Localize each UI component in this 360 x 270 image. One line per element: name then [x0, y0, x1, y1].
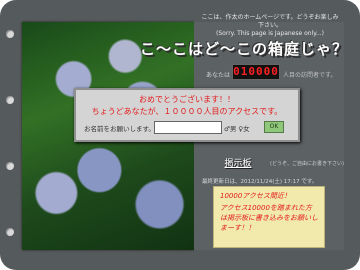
congrats-dialog: おめでとうございます！！ ちょうどあなたが、１００００人目のアクセスです。 お名…: [74, 88, 300, 142]
site-title: こ〜こはど〜この箱庭じゃ？: [140, 40, 349, 58]
binder-hole: [6, 96, 14, 104]
counter-label: あなたは: [206, 72, 231, 79]
name-input[interactable]: [154, 121, 222, 134]
name-label: お名前をお願いします。: [84, 125, 155, 133]
binder-hole: [6, 30, 14, 38]
binder-hole: [6, 162, 14, 170]
notice-body: アクセス10000を踏まれた方は掲示板に書き込みをお願いしまーす！！: [220, 204, 318, 232]
counter-suffix: 人目の訪問者です。: [283, 72, 337, 79]
dialog-message: ちょうどあなたが、１００００人目のアクセスです。: [91, 107, 283, 116]
gender-selector[interactable]: ♂男 ♀女: [224, 123, 250, 133]
visitor-counter: 010000: [232, 64, 280, 80]
ok-button[interactable]: OK: [264, 121, 284, 133]
binder-hole: [6, 228, 14, 236]
intro-line: ここは、作太のホームページです。どうぞお楽しみ下さい。: [201, 14, 339, 29]
intro-line: (Sorry. This page is Japanese only...): [216, 30, 324, 37]
last-updated: 最終更新日は、2012/11/24(土) 17:17 です。: [202, 179, 318, 185]
dialog-message: おめでとうございます！！: [139, 95, 235, 104]
bbs-link[interactable]: 掲示板: [215, 156, 261, 169]
notice-box: 10000アクセス間近！ アクセス10000を踏まれた方は掲示板に書き込みをお願…: [213, 186, 325, 248]
bbs-note: (どうぞ、ご自由にお書き下さい): [270, 161, 344, 167]
intro-text: ここは、作太のホームページです。どうぞお楽しみ下さい。 (Sorry. This…: [200, 14, 340, 38]
notice-title: 10000アクセス間近！: [220, 192, 291, 200]
